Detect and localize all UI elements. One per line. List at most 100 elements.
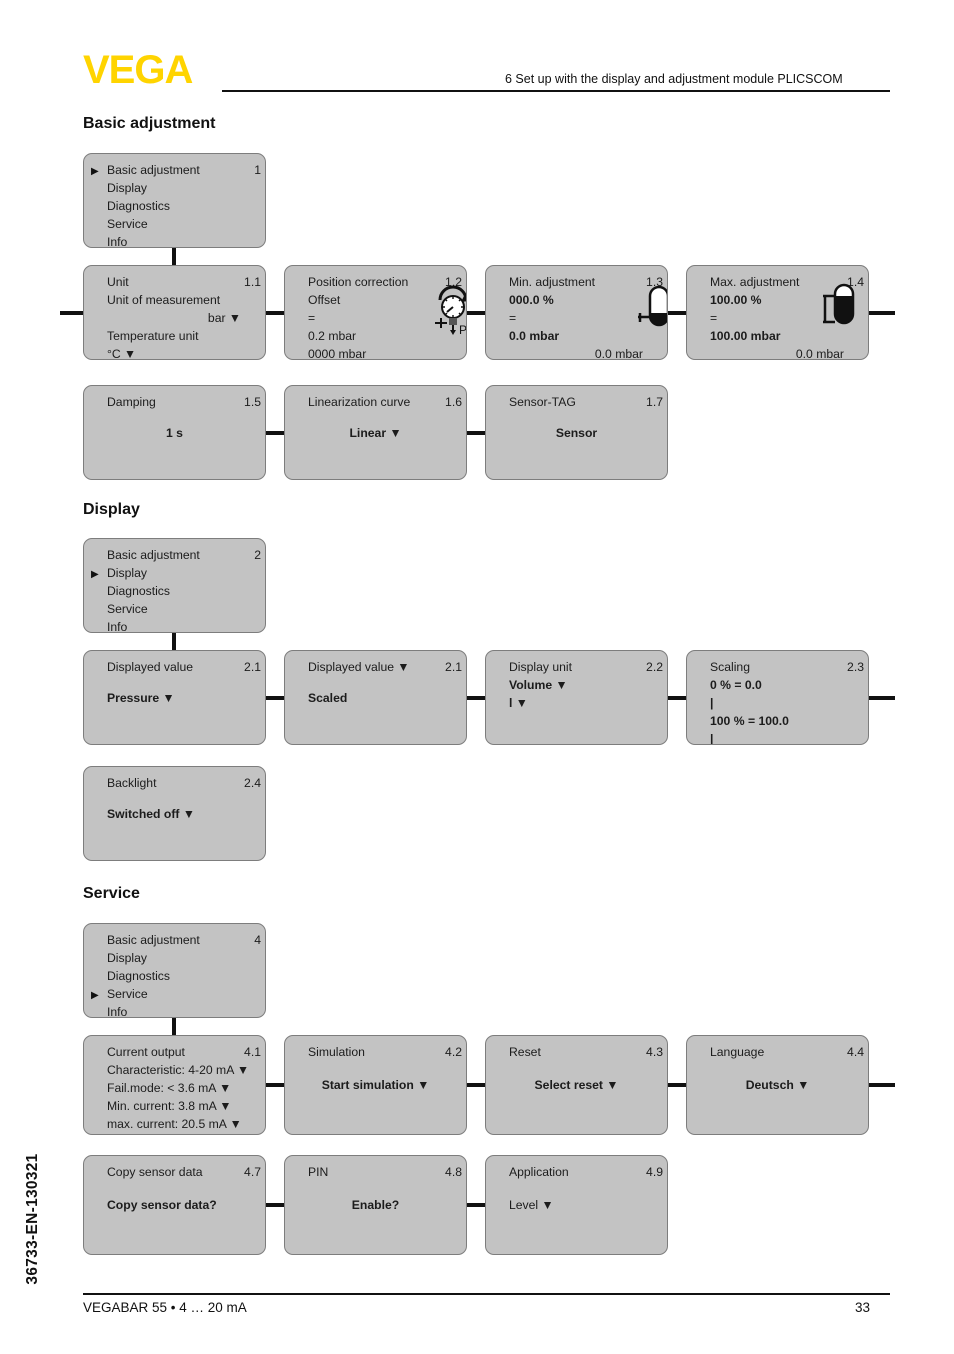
parameter-value: Deutsch ▼: [745, 1078, 810, 1092]
parameter-title: Copy sensor data: [107, 1165, 203, 1179]
parameter-number: 2.2: [646, 660, 663, 674]
parameter-value: Scaled: [308, 690, 348, 705]
menu-item-service[interactable]: Service: [107, 217, 259, 231]
parameter-box[interactable]: Display unit 2.2 Volume ▼ l ▼: [485, 650, 668, 745]
page-number: 33: [855, 1300, 871, 1315]
selection-caret-icon: ▶: [91, 166, 99, 177]
parameter-value: Copy sensor data?: [107, 1198, 217, 1212]
footer-rule: [83, 1293, 890, 1295]
parameter-value: bar ▼: [207, 311, 241, 325]
parameter-box[interactable]: Scaling 2.3 0 % = 0.0 | 100 % = 100.0 |: [686, 650, 869, 745]
parameter-value: Temperature unit: [107, 329, 199, 343]
parameter-box[interactable]: Reset 4.3 Select reset ▼: [485, 1035, 668, 1135]
parameter-value: 0.0 mbar: [594, 347, 643, 360]
parameter-value: Pressure ▼: [107, 690, 175, 705]
parameter-value: °C ▼: [107, 347, 137, 360]
parameter-box[interactable]: Application 4.9 Level ▼: [485, 1155, 668, 1255]
parameter-box[interactable]: Language 4.4 Deutsch ▼: [686, 1035, 869, 1135]
parameter-number: 1.6: [445, 395, 462, 409]
parameter-number: 1.7: [646, 395, 663, 409]
menu-item-info[interactable]: Info: [107, 620, 259, 632]
parameter-number: 4.2: [445, 1045, 462, 1059]
parameter-number: 4.3: [646, 1045, 663, 1059]
parameter-box[interactable]: Damping 1.5 1 s: [83, 385, 266, 480]
menu-item-info[interactable]: Info: [107, 235, 259, 247]
parameter-box[interactable]: Position correction 1.2 Offset = 0.2 mbar 000…: [284, 265, 467, 360]
menu-item-diagnostics[interactable]: Diagnostics: [107, 969, 259, 983]
parameter-value: Enable?: [351, 1198, 400, 1212]
parameter-box[interactable]: Displayed value ▼ 2.1 Scaled: [284, 650, 467, 745]
parameter-number: 4.9: [646, 1165, 663, 1179]
section-heading: Display: [83, 501, 140, 518]
vega-logo: VEGA: [83, 48, 193, 92]
connector-line: [266, 311, 284, 315]
section-heading: Service: [83, 885, 140, 902]
parameter-value: 100 % = 100.0: [710, 714, 789, 728]
parameter-title: Application: [509, 1165, 569, 1179]
connector-line: [60, 311, 83, 315]
parameter-title: Displayed value: [107, 660, 194, 674]
menu-item-diagnostics[interactable]: Diagnostics: [107, 199, 259, 213]
connector-line: [467, 1203, 485, 1207]
document-code: 36733-EN-130321: [24, 1153, 41, 1285]
menu-item-display[interactable]: Display: [107, 566, 259, 580]
parameter-value: 0000 mbar: [308, 347, 367, 360]
parameter-number: 2.1: [244, 660, 261, 674]
menu-item-service[interactable]: Service: [107, 602, 259, 616]
menu-item-basic-adjustment[interactable]: Basic adjustment: [107, 933, 259, 947]
parameter-value: Select reset ▼: [534, 1078, 619, 1092]
parameter-number: 2.4: [244, 776, 261, 790]
parameter-box[interactable]: Current output 4.1 Characteristic: 4-20 mA…: [83, 1035, 266, 1135]
menu-item-service[interactable]: Service: [107, 987, 259, 1001]
parameter-box[interactable]: Backlight 2.4 Switched off ▼: [83, 766, 266, 861]
menu-item-diagnostics[interactable]: Diagnostics: [107, 584, 259, 598]
parameter-box[interactable]: Max. adjustment 1.4 100.00 % = 100.00 mbar 0.…: [686, 265, 869, 360]
menu-list-box[interactable]: Basic adjustment ▶ Display Diagnostics Servi…: [83, 153, 266, 248]
menu-list-box[interactable]: Basic adjustment Display ▶ Diagnostics Servi…: [83, 538, 266, 633]
menu-item-display[interactable]: Display: [107, 951, 259, 965]
parameter-box[interactable]: Linearization curve 1.6 Linear ▼: [284, 385, 467, 480]
connector-line: [869, 696, 895, 700]
parameter-value: Level ▼: [509, 1198, 554, 1212]
parameter-number: 1.1: [244, 275, 261, 289]
parameter-value: 0 % = 0.0: [710, 678, 762, 692]
connector-line: [266, 696, 284, 700]
parameter-value: Linear ▼: [349, 425, 402, 440]
parameter-number: 4.1: [244, 1045, 261, 1059]
section-heading: Basic adjustment: [83, 115, 216, 132]
parameter-title: Reset: [509, 1045, 541, 1059]
parameter-box[interactable]: PIN 4.8 Enable?: [284, 1155, 467, 1255]
menu-item-display[interactable]: Display: [107, 181, 259, 195]
parameter-number: 1.5: [244, 395, 261, 409]
tank-max-icon: [817, 282, 863, 339]
parameter-title: Language: [710, 1045, 765, 1059]
parameter-value: |: [710, 732, 714, 745]
manual-page: VEGA 6 Set up with the display and adjus…: [0, 0, 954, 1354]
parameter-box[interactable]: Displayed value 2.1 Pressure ▼: [83, 650, 266, 745]
menu-item-basic-adjustment[interactable]: Basic adjustment: [107, 548, 259, 562]
menu-list-box[interactable]: Basic adjustment Display Diagnostics Servic…: [83, 923, 266, 1018]
connector-line: [668, 311, 686, 315]
parameter-box[interactable]: Min. adjustment 1.3 000.0 % = 0.0 mbar 0.0 mb…: [485, 265, 668, 360]
parameter-title: Simulation: [308, 1045, 365, 1059]
parameter-box[interactable]: Simulation 4.2 Start simulation ▼: [284, 1035, 467, 1135]
connector-line: [266, 1203, 284, 1207]
menu-item-info[interactable]: Info: [107, 1005, 259, 1017]
menu-item-basic-adjustment[interactable]: Basic adjustment: [107, 163, 259, 177]
header-rule: [222, 90, 890, 92]
menu-number: 4: [254, 933, 261, 947]
parameter-box[interactable]: Sensor-TAG 1.7 Sensor: [485, 385, 668, 480]
connector-line: [467, 431, 485, 435]
parameter-value: Sensor: [555, 425, 598, 440]
parameter-box[interactable]: Copy sensor data 4.7 Copy sensor data?: [83, 1155, 266, 1255]
parameter-title: Display unit: [509, 660, 572, 674]
parameter-box[interactable]: Unit 1.1 Unit of measurement bar ▼ Temperatu…: [83, 265, 266, 360]
connector-line: [467, 311, 485, 315]
parameter-value: max. current: 20.5 mA ▼: [107, 1117, 242, 1131]
parameter-title: Current output: [107, 1045, 185, 1059]
parameter-value: |: [710, 696, 714, 710]
parameter-title: Sensor-TAG: [509, 395, 576, 409]
parameter-value: 0.0 mbar: [795, 347, 844, 360]
parameter-title: Unit: [107, 275, 129, 289]
parameter-value: l ▼: [509, 696, 528, 710]
